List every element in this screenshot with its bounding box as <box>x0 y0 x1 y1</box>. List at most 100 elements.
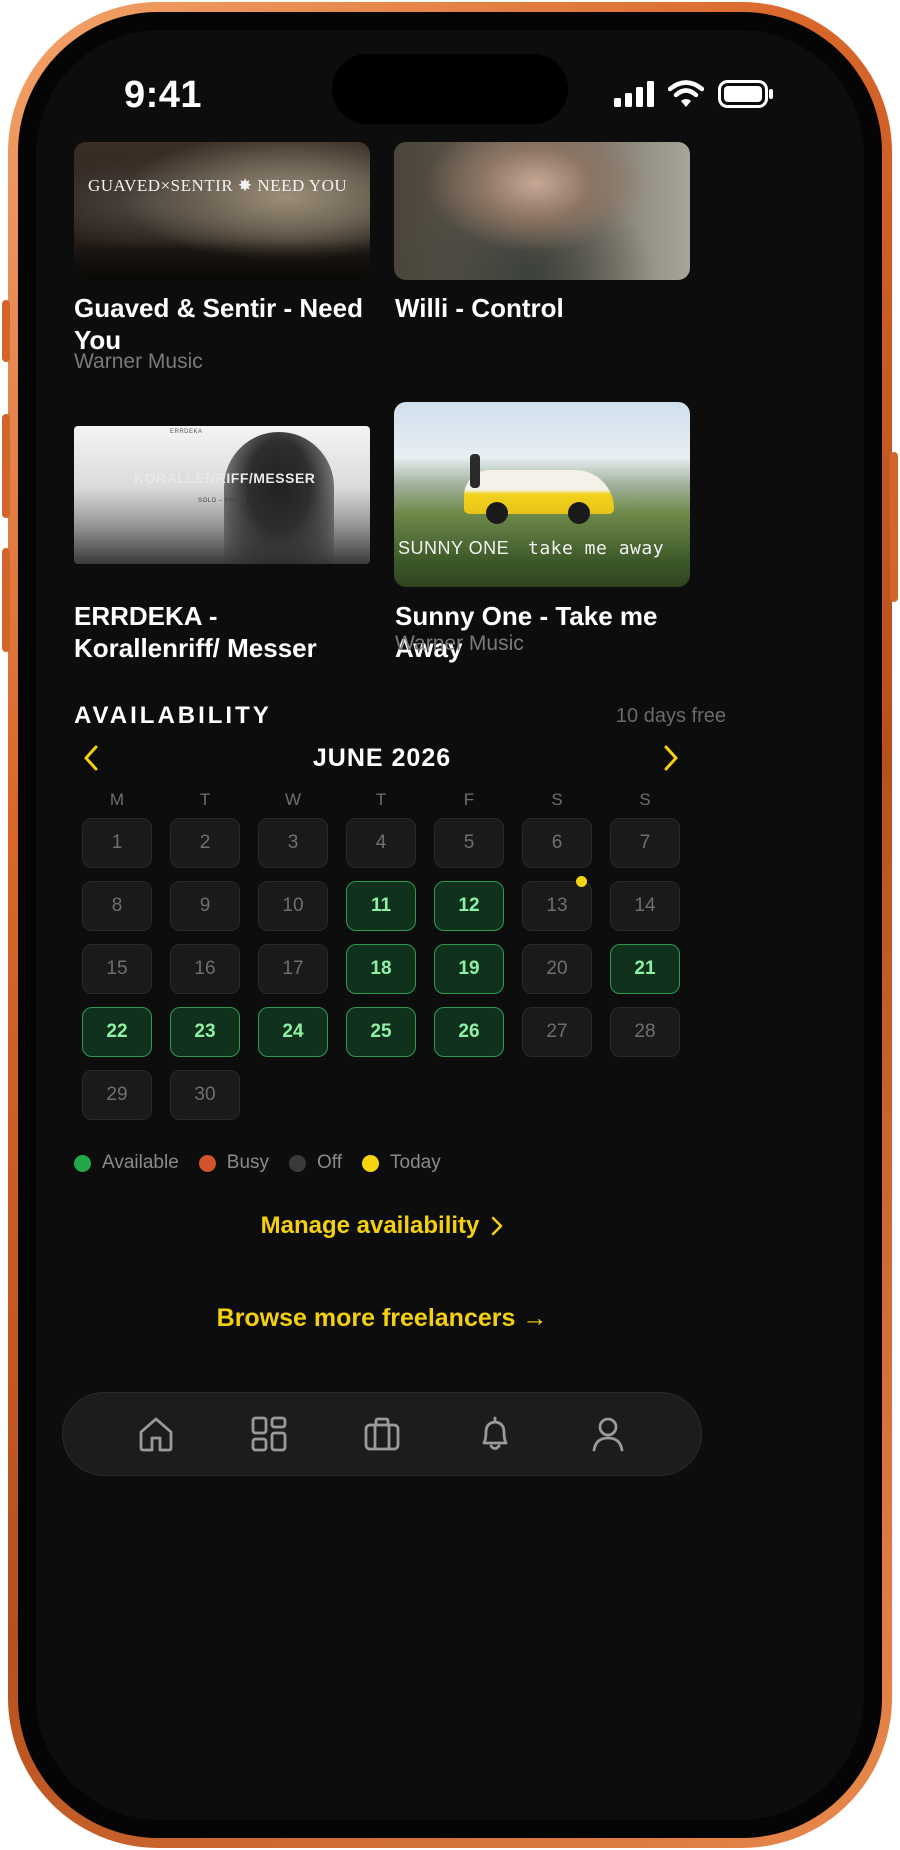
briefcase-icon <box>364 1417 400 1451</box>
screen: 9:41 GUAVED×SENTIR ✸ NEED YOU Guaved & S… <box>36 30 864 1820</box>
calendar-day[interactable]: 24 <box>258 1007 328 1057</box>
calendar-day[interactable]: 13 <box>522 876 592 931</box>
calendar-day[interactable]: 7 <box>610 818 680 868</box>
thumb-overlay-text-left: SUNNY ONE <box>398 538 510 558</box>
legend-item: Available <box>74 1152 179 1174</box>
power-button <box>890 452 898 602</box>
calendar-day-number: 22 <box>106 1021 128 1042</box>
calendar-day[interactable]: 22 <box>82 1007 152 1057</box>
thumb-overlay-small-top: ERRDEKA <box>170 429 203 435</box>
calendar-day-number: 9 <box>199 895 211 916</box>
calendar-day[interactable]: 29 <box>82 1070 152 1120</box>
media-title[interactable]: Guaved & Sentir - Need You <box>74 292 374 356</box>
legend-label: Available <box>102 1152 179 1173</box>
cellular-signal-icon <box>614 81 654 107</box>
calendar-day[interactable]: 8 <box>82 881 152 931</box>
calendar-day[interactable]: 9 <box>170 881 240 931</box>
calendar-day[interactable]: 2 <box>170 818 240 868</box>
action-button <box>2 300 10 362</box>
tab-home[interactable] <box>126 1404 186 1464</box>
tab-dashboard[interactable] <box>239 1404 299 1464</box>
media-subtitle: Warner Music <box>74 350 203 373</box>
chevron-right-icon <box>492 1216 503 1236</box>
calendar-day-number: 30 <box>194 1084 216 1105</box>
video-thumbnail-willi-control[interactable] <box>394 142 690 280</box>
tab-notifications[interactable] <box>465 1404 525 1464</box>
legend-item: Today <box>362 1152 441 1174</box>
legend-label: Off <box>317 1152 343 1173</box>
calendar-day[interactable]: 10 <box>258 881 328 931</box>
media-title[interactable]: Willi - Control <box>395 292 745 324</box>
calendar-day[interactable]: 15 <box>82 944 152 994</box>
calendar-day-number: 25 <box>370 1021 392 1042</box>
calendar-day[interactable]: 18 <box>346 944 416 994</box>
grid-icon <box>251 1416 287 1452</box>
calendar-day-number: 1 <box>111 832 123 853</box>
calendar-day[interactable]: 26 <box>434 1007 504 1057</box>
chevron-right-icon <box>664 745 678 771</box>
calendar-day[interactable]: 4 <box>346 818 416 868</box>
calendar-day-number: 12 <box>458 895 480 916</box>
calendar-day[interactable]: 23 <box>170 1007 240 1057</box>
legend-item: Off <box>289 1152 342 1174</box>
thumb-overlay-small-mid: SOLO – PHASE I <box>198 498 253 504</box>
dynamic-island <box>332 54 568 124</box>
home-icon <box>139 1417 172 1452</box>
media-title[interactable]: ERRDEKA - Korallenriff/ Messer <box>74 600 364 664</box>
calendar-day-number: 26 <box>458 1021 480 1042</box>
status-icons <box>614 80 774 108</box>
tab-jobs[interactable] <box>352 1404 412 1464</box>
weekday-label: T <box>375 790 387 809</box>
calendar-day[interactable]: 11 <box>346 881 416 931</box>
calendar-day[interactable]: 14 <box>610 881 680 931</box>
calendar-day[interactable]: 25 <box>346 1007 416 1057</box>
calendar-day[interactable]: 17 <box>258 944 328 994</box>
calendar-day-number: 28 <box>634 1021 656 1042</box>
media-subtitle: Warner Music <box>395 632 524 655</box>
volume-up-button <box>2 414 10 518</box>
weekday-label: S <box>639 790 651 809</box>
next-month-button[interactable] <box>656 740 686 776</box>
calendar-day-number: 10 <box>282 895 304 916</box>
video-thumbnail-errdeka[interactable]: ERRDEKA KORALLENRIFF/MESSER SOLO – PHASE… <box>74 426 370 564</box>
thumb-overlay-text-right: take me away <box>528 538 665 559</box>
calendar-day[interactable]: 5 <box>434 818 504 868</box>
manage-availability-link[interactable]: Manage availability <box>36 1212 796 1240</box>
calendar-day[interactable]: 27 <box>522 1007 592 1057</box>
weekday-label: F <box>463 790 475 809</box>
calendar-day-number: 29 <box>106 1084 128 1105</box>
manage-availability-label: Manage availability <box>260 1212 480 1239</box>
weekday-label: T <box>199 790 211 809</box>
video-thumbnail-guaved-sentir[interactable]: GUAVED×SENTIR ✸ NEED YOU <box>74 142 370 280</box>
calendar-day-number: 5 <box>463 832 475 853</box>
volume-down-button <box>2 548 10 652</box>
calendar-day[interactable]: 6 <box>522 818 592 868</box>
calendar-day[interactable]: 3 <box>258 818 328 868</box>
calendar-day[interactable]: 16 <box>170 944 240 994</box>
calendar-day-number: 18 <box>370 958 392 979</box>
calendar-day[interactable]: 1 <box>82 818 152 868</box>
legend-dot <box>74 1154 91 1172</box>
calendar-day-number: 24 <box>282 1021 304 1042</box>
calendar-day-number: 19 <box>458 958 480 979</box>
thumb-overlay-text: GUAVED×SENTIR ✸ NEED YOU <box>88 176 348 195</box>
calendar-day[interactable]: 19 <box>434 944 504 994</box>
calendar-day[interactable]: 28 <box>610 1007 680 1057</box>
legend-dot <box>198 1154 216 1172</box>
calendar-day[interactable]: 30 <box>170 1070 240 1120</box>
tab-profile[interactable] <box>578 1404 638 1464</box>
calendar-day-number: 13 <box>546 895 568 916</box>
calendar-day[interactable]: 12 <box>434 881 504 931</box>
thumb-overlay-text: KORALLENRIFF/MESSER <box>134 470 316 486</box>
browse-freelancers-link[interactable]: Browse more freelancers → <box>36 1304 796 1333</box>
weekday-label: M <box>109 790 125 809</box>
legend-label: Busy <box>226 1152 270 1173</box>
wifi-icon <box>668 80 704 107</box>
calendar-day-number: 14 <box>634 895 656 916</box>
calendar-day[interactable]: 21 <box>610 944 680 994</box>
today-indicator <box>576 876 587 887</box>
status-time: 9:41 <box>124 74 203 116</box>
calendar-day[interactable]: 20 <box>522 944 592 994</box>
video-thumbnail-sunny-one[interactable]: SUNNY ONE take me away <box>394 402 690 587</box>
legend-item: Busy <box>198 1152 270 1174</box>
